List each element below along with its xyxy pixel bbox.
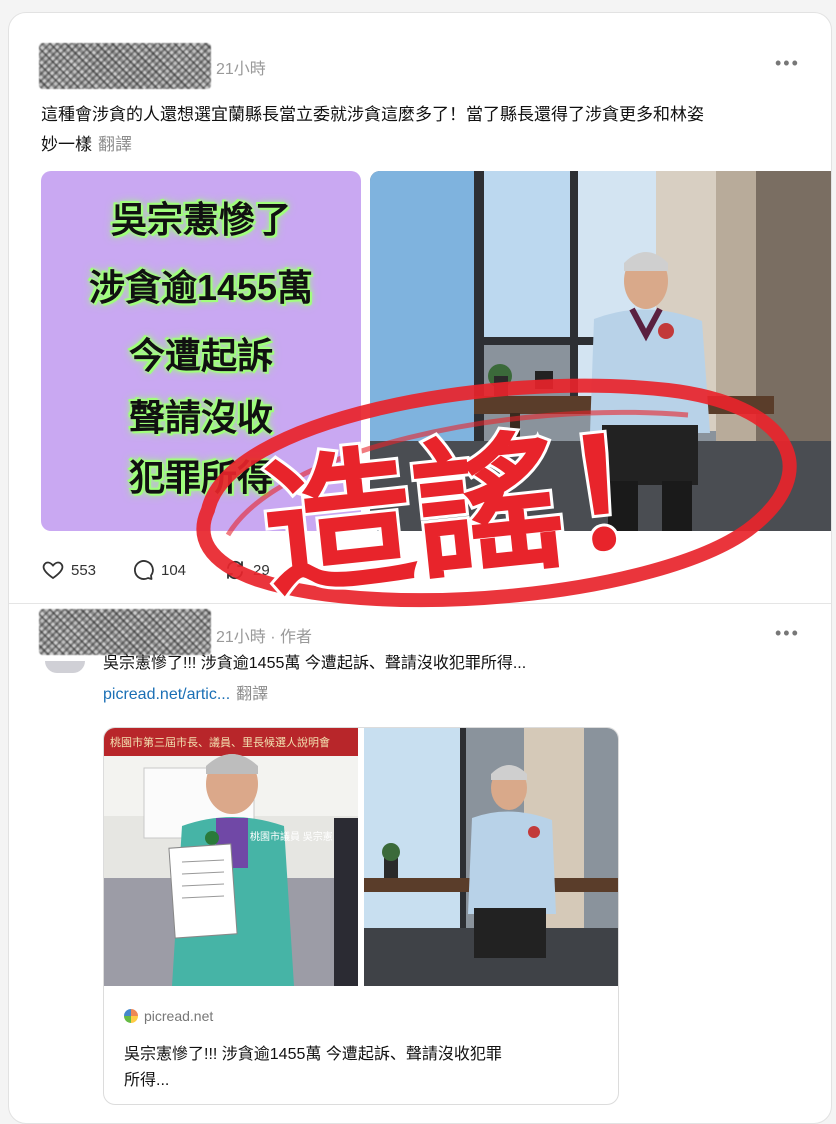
feed-card: 21小時 ••• 這種會涉貪的人還想選宜蘭縣長當立委就涉貪這麼多了！當了縣長還得… — [8, 12, 832, 1124]
post-time-author: 21小時 · 作者 — [216, 629, 313, 646]
banner-text: 桃園市第三屆市長、議員、里長候選人說明會 — [110, 735, 330, 749]
headline-line: 涉貪逾1455萬 — [88, 267, 314, 308]
vest-text: 桃園市議員 吳宗憲 — [250, 830, 333, 843]
comment-count: 104 — [161, 561, 187, 579]
headline-line: 犯罪所得 — [128, 457, 273, 498]
repost-button[interactable]: 29 — [223, 558, 270, 582]
like-count: 553 — [71, 561, 97, 579]
news-headline-image[interactable]: 吳宗憲慘了 涉貪逾1455萬 今遭起訴 聲請沒收 犯罪所得 — [41, 171, 361, 531]
comment-icon — [134, 560, 154, 580]
post-time: 21小時 — [216, 61, 266, 78]
palette-icon — [124, 1009, 138, 1023]
more-options-icon[interactable]: ••• — [775, 53, 800, 74]
headline-line: 聲請沒收 — [128, 397, 273, 438]
card-title[interactable]: 吳宗憲慘了!!! 涉貪逾1455萬 今遭起訴、聲請沒收犯罪 所得... — [124, 1042, 502, 1094]
post-divider — [9, 603, 831, 604]
comment-button[interactable]: 104 — [131, 558, 186, 582]
translate-link[interactable]: 翻譯 — [236, 686, 268, 703]
repost-count: 29 — [253, 561, 270, 579]
blurred-username[interactable] — [39, 43, 211, 89]
avatar[interactable] — [45, 661, 85, 673]
post-body: 這種會涉貪的人還想選宜蘭縣長當立委就涉貪這麼多了！當了縣長還得了涉貪更多和林姿 … — [41, 105, 704, 154]
like-button[interactable]: 553 — [41, 558, 96, 582]
post-body: 吳宗憲慘了!!! 涉貪逾1455萬 今遭起訴、聲請沒收犯罪所得... — [103, 655, 527, 672]
send-icon — [306, 561, 325, 579]
article-link[interactable]: picread.net/artic... 翻譯 — [103, 680, 268, 704]
repost-icon — [227, 560, 243, 580]
post-photo[interactable] — [370, 171, 831, 531]
headline-line: 吳宗憲慘了 — [110, 199, 291, 240]
card-domain: picread.net — [124, 1008, 213, 1024]
preview-images: 桃園市第三屆市長、議員、里長候選人說明會 桃園市議員 吳宗憲 — [104, 728, 618, 986]
share-button[interactable] — [303, 558, 327, 582]
headline-line: 今遭起訴 — [128, 335, 273, 376]
translate-link[interactable]: 翻譯 — [98, 135, 132, 154]
link-preview-card[interactable]: 桃園市第三屆市長、議員、里長候選人說明會 桃園市議員 吳宗憲 picread.n… — [103, 727, 619, 1105]
heart-icon — [42, 561, 64, 580]
more-options-icon[interactable]: ••• — [775, 623, 800, 644]
photo-illustration — [370, 171, 831, 531]
